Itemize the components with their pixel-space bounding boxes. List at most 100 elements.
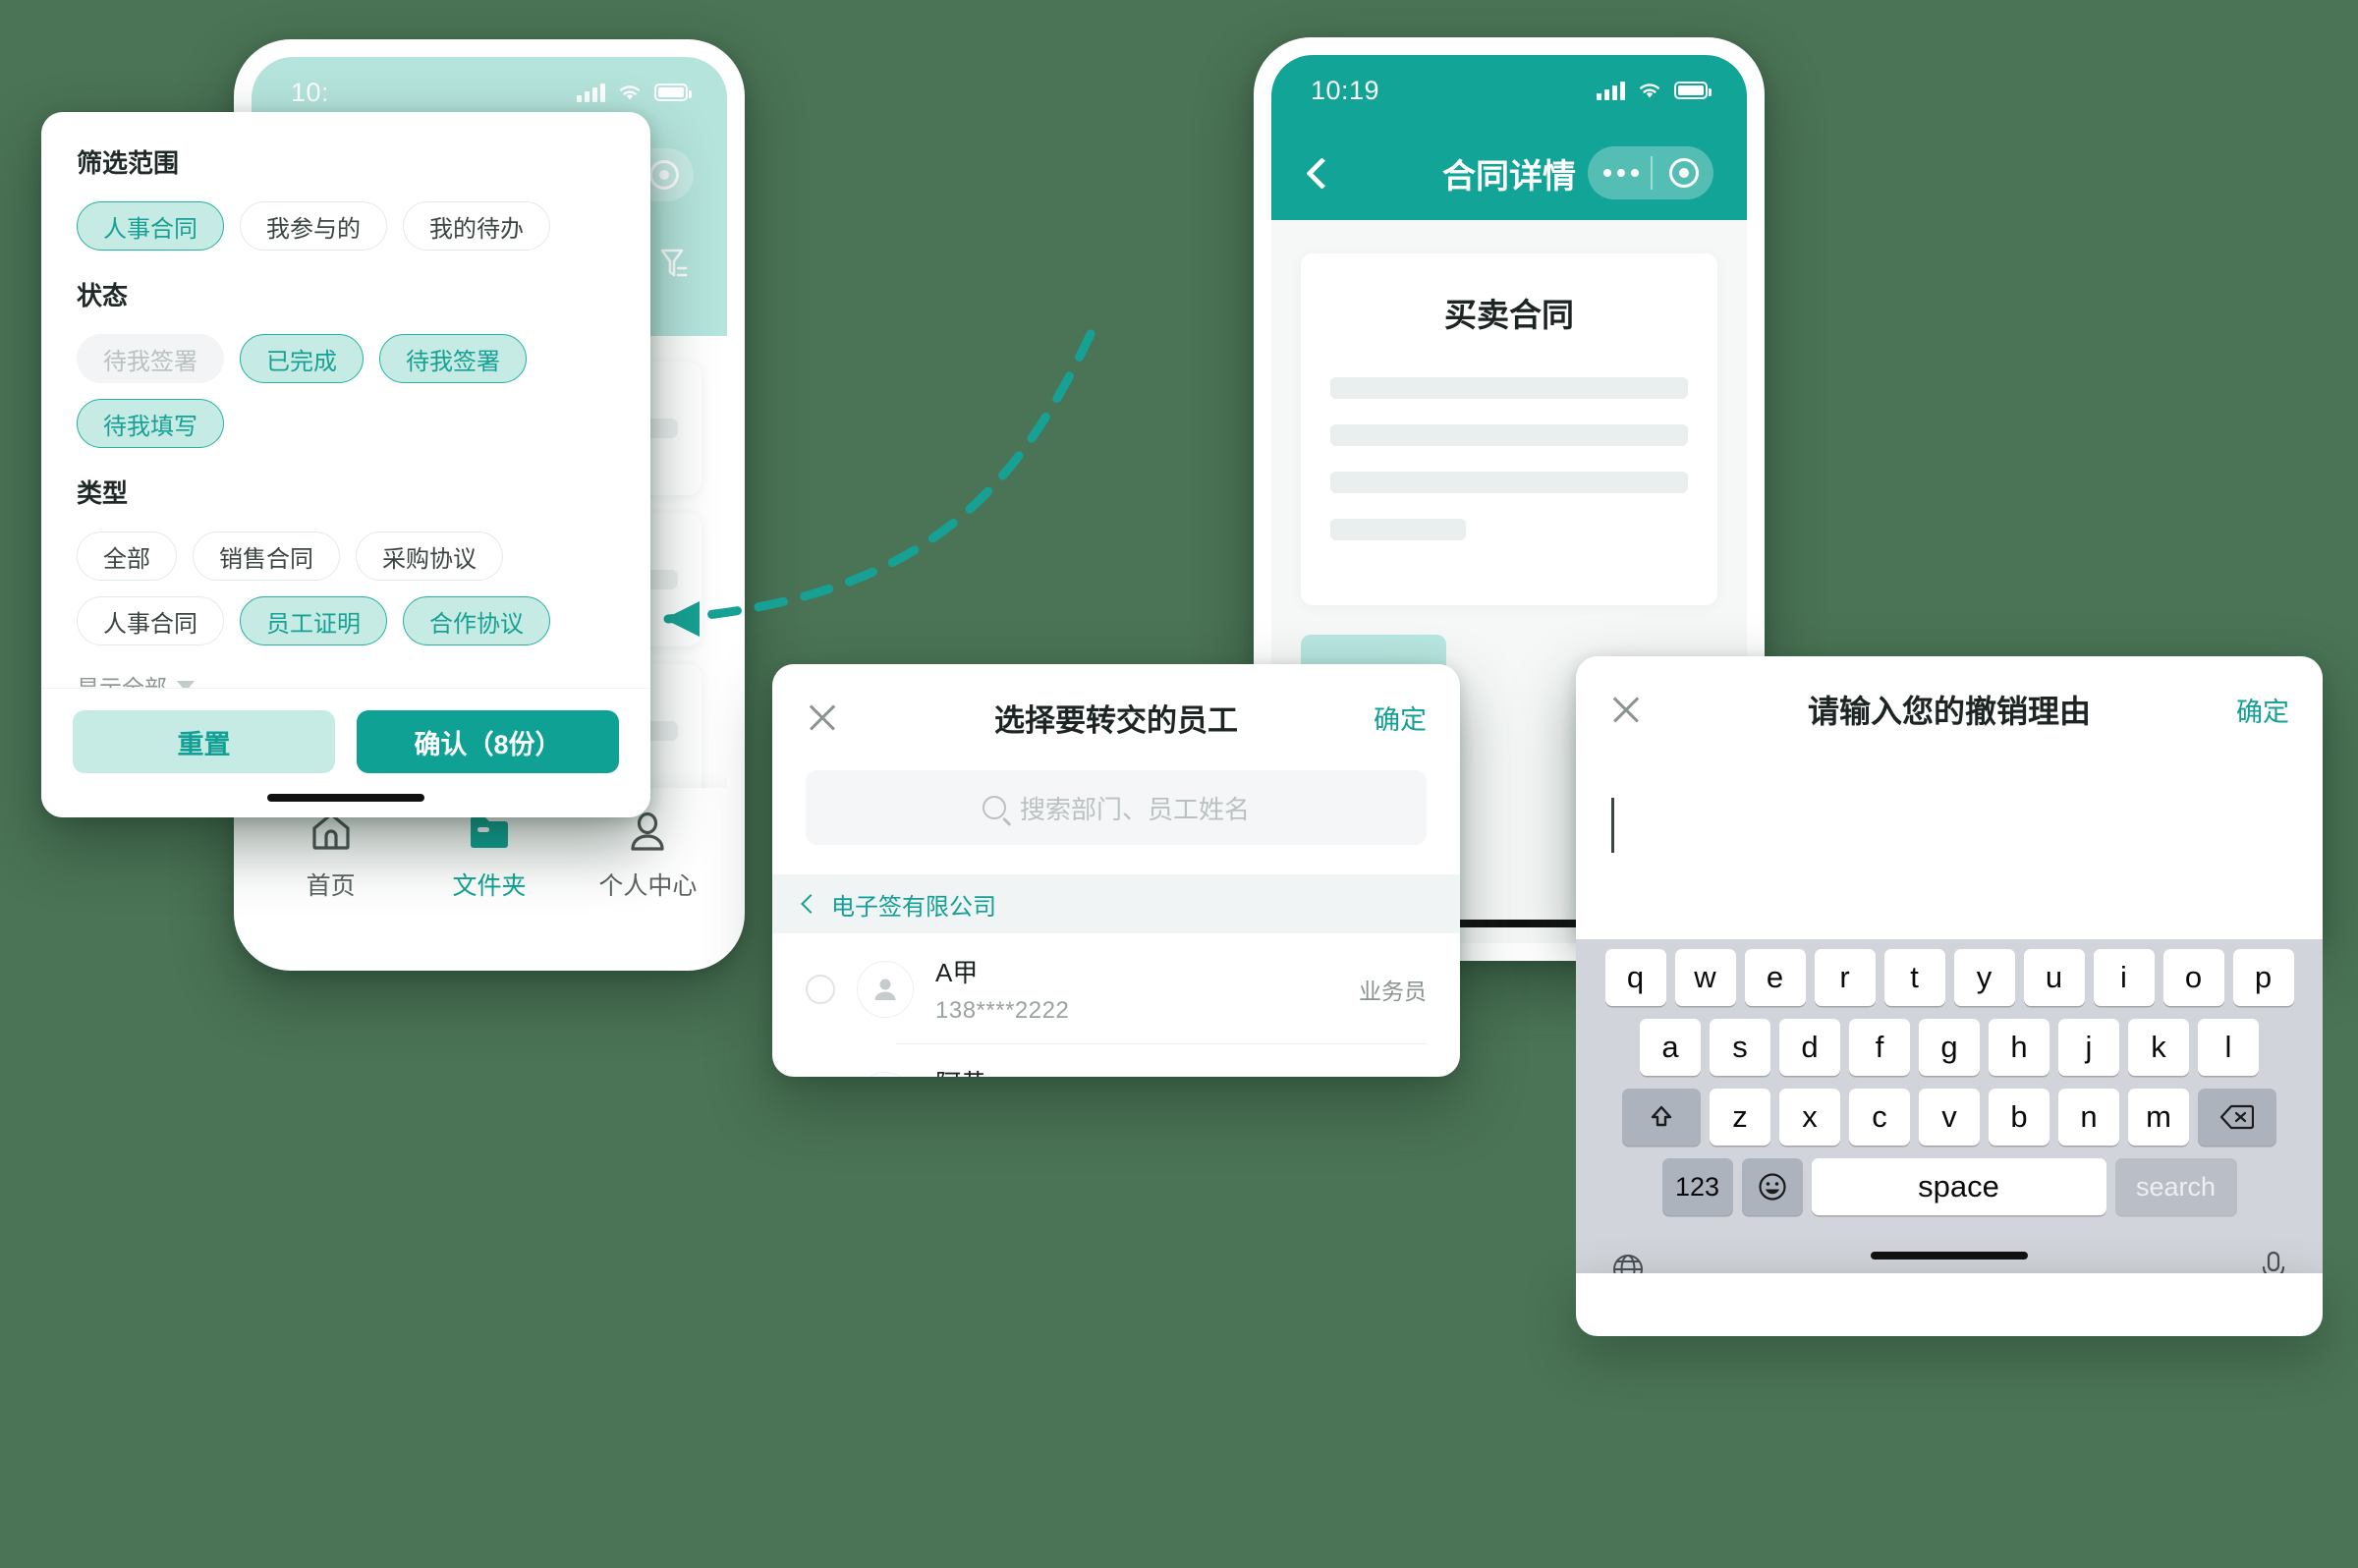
detail-header: 10:19 合同详情 <box>1271 55 1747 220</box>
mini-program-capsule[interactable] <box>1588 146 1713 199</box>
key-m[interactable]: m <box>2128 1089 2189 1146</box>
section-heading-status: 状态 <box>77 281 129 310</box>
chip-type-2[interactable]: 采购协议 <box>356 532 503 581</box>
return-key[interactable]: search <box>2114 1158 2237 1215</box>
key-i[interactable]: i <box>2093 949 2155 1006</box>
confirm-button[interactable]: 确定 <box>1374 699 1427 737</box>
key-p[interactable]: p <box>2232 949 2294 1006</box>
key-x[interactable]: x <box>1779 1089 1840 1146</box>
space-key[interactable]: space <box>1811 1158 2106 1215</box>
chip-group-scope: 人事合同 我参与的 我的待办 <box>77 201 615 251</box>
tab-label: 个人中心 <box>598 872 698 900</box>
chip-type-4[interactable]: 员工证明 <box>240 596 387 645</box>
onscreen-keyboard: q w e r t y u i o p a s d f g h j k l z … <box>1576 939 2323 1286</box>
reset-button[interactable]: 重置 <box>73 710 335 773</box>
chip-type-3[interactable]: 人事合同 <box>77 596 224 645</box>
key-t[interactable]: t <box>1883 949 1945 1006</box>
breadcrumb-label: 电子签有限公司 <box>831 893 996 921</box>
home-indicator <box>267 794 424 802</box>
key-v[interactable]: v <box>1919 1089 1980 1146</box>
key-k[interactable]: k <box>2128 1019 2189 1076</box>
tab-folder[interactable]: 文件夹 <box>410 810 568 902</box>
key-l[interactable]: l <box>2198 1019 2259 1076</box>
key-a[interactable]: a <box>1640 1019 1701 1076</box>
key-h[interactable]: h <box>1989 1019 2049 1076</box>
key-j[interactable]: j <box>2058 1019 2119 1076</box>
table-row[interactable]: A甲 138****2222 业务员 <box>772 933 1460 1044</box>
chip-scope-2[interactable]: 我的待办 <box>403 201 550 251</box>
wifi-icon <box>1640 84 1659 98</box>
employee-role: 业务员 <box>1359 978 1427 1004</box>
employee-search-input[interactable]: 搜索部门、员工姓名 <box>806 770 1427 845</box>
key-u[interactable]: u <box>2023 949 2085 1006</box>
chip-status-2[interactable]: 待我签署 <box>379 334 527 383</box>
document-title: 买卖合同 <box>1444 297 1574 333</box>
chip-type-5[interactable]: 合作协议 <box>403 596 550 645</box>
key-q[interactable]: q <box>1604 949 1666 1006</box>
key-d[interactable]: d <box>1779 1019 1840 1076</box>
key-f[interactable]: f <box>1849 1019 1910 1076</box>
emoji-smiley-icon[interactable] <box>1741 1158 1803 1215</box>
transfer-modal-header: 选择要转交的员工 确定 <box>772 664 1460 770</box>
chip-type-1[interactable]: 销售合同 <box>193 532 340 581</box>
filter-panel: 筛选范围 人事合同 我参与的 我的待办 状态 待我签署 已完成 待我签署 待我填… <box>41 112 650 817</box>
employee-name: 阿黄 <box>935 1064 1337 1077</box>
keyboard-row-4: 123 space search <box>1582 1158 2317 1215</box>
keyboard-row-2: a s d f g h j k l <box>1582 1019 2317 1076</box>
numbers-key[interactable]: 123 <box>1661 1158 1733 1215</box>
transfer-employee-modal: 选择要转交的员工 确定 搜索部门、员工姓名 电子签有限公司 A甲 138****… <box>772 664 1460 1077</box>
wifi-icon <box>620 85 640 100</box>
chip-status-3[interactable]: 待我填写 <box>77 399 224 448</box>
key-g[interactable]: g <box>1919 1019 1980 1076</box>
target-icon[interactable] <box>648 160 679 190</box>
confirm-button[interactable]: 确定 <box>2236 691 2289 729</box>
confirm-button[interactable]: 确认（8份） <box>357 710 619 773</box>
chip-group-status: 待我签署 已完成 待我签署 待我填写 <box>77 334 615 448</box>
chip-type-0[interactable]: 全部 <box>77 532 177 581</box>
user-avatar-icon <box>874 979 896 1000</box>
employee-radio[interactable] <box>806 974 835 1004</box>
key-r[interactable]: r <box>1814 949 1876 1006</box>
keyboard-row-1: q w e r t y u i o p <box>1582 949 2317 1006</box>
key-c[interactable]: c <box>1849 1089 1910 1146</box>
employee-list: A甲 138****2222 业务员 阿黄 138****2222 业务员 <box>772 933 1460 1077</box>
modal-title: 选择要转交的员工 <box>994 702 1238 738</box>
status-time: 10:19 <box>1311 75 1380 105</box>
key-e[interactable]: e <box>1744 949 1806 1006</box>
close-x-icon[interactable] <box>806 700 839 734</box>
key-o[interactable]: o <box>2162 949 2224 1006</box>
status-time: 10: <box>291 77 330 107</box>
key-w[interactable]: w <box>1674 949 1736 1006</box>
chevron-left-icon[interactable] <box>1305 160 1330 186</box>
keyboard-rows: q w e r t y u i o p a s d f g h j k l z … <box>1576 939 2323 1215</box>
target-icon[interactable] <box>1668 158 1699 188</box>
chip-scope-0[interactable]: 人事合同 <box>77 201 224 251</box>
tab-profile[interactable]: 个人中心 <box>569 810 727 902</box>
signal-bars-icon <box>1597 81 1625 100</box>
table-row[interactable]: 阿黄 138****2222 业务员 <box>772 1044 1460 1077</box>
search-icon <box>982 796 1006 819</box>
tab-label: 文件夹 <box>452 872 527 900</box>
chip-scope-1[interactable]: 我参与的 <box>240 201 387 251</box>
reason-textarea-caret[interactable] <box>1611 798 1614 853</box>
close-x-icon[interactable] <box>1609 693 1643 726</box>
detail-status-bar: 10:19 <box>1271 55 1747 126</box>
chip-status-1[interactable]: 已完成 <box>240 334 364 383</box>
key-b[interactable]: b <box>1989 1089 2049 1146</box>
tab-home[interactable]: 首页 <box>252 810 410 902</box>
key-y[interactable]: y <box>1953 949 2015 1006</box>
section-heading-type: 类型 <box>77 478 129 508</box>
document-card: 买卖合同 <box>1301 253 1717 605</box>
key-n[interactable]: n <box>2058 1089 2119 1146</box>
more-dots-icon[interactable] <box>1602 169 1639 177</box>
backspace-icon[interactable] <box>2198 1089 2276 1146</box>
reason-modal-header: 请输入您的撤销理由 确定 <box>1576 656 2323 762</box>
chip-status-0[interactable]: 待我签署 <box>77 334 224 383</box>
detail-nav-bar: 合同详情 <box>1271 126 1747 220</box>
revoke-reason-modal: 请输入您的撤销理由 确定 <box>1576 656 2323 939</box>
shift-arrow-icon[interactable] <box>1622 1089 1701 1146</box>
filter-funnel-icon[interactable] <box>650 243 694 286</box>
key-s[interactable]: s <box>1710 1019 1770 1076</box>
breadcrumb[interactable]: 电子签有限公司 <box>772 874 1460 933</box>
key-z[interactable]: z <box>1710 1089 1770 1146</box>
